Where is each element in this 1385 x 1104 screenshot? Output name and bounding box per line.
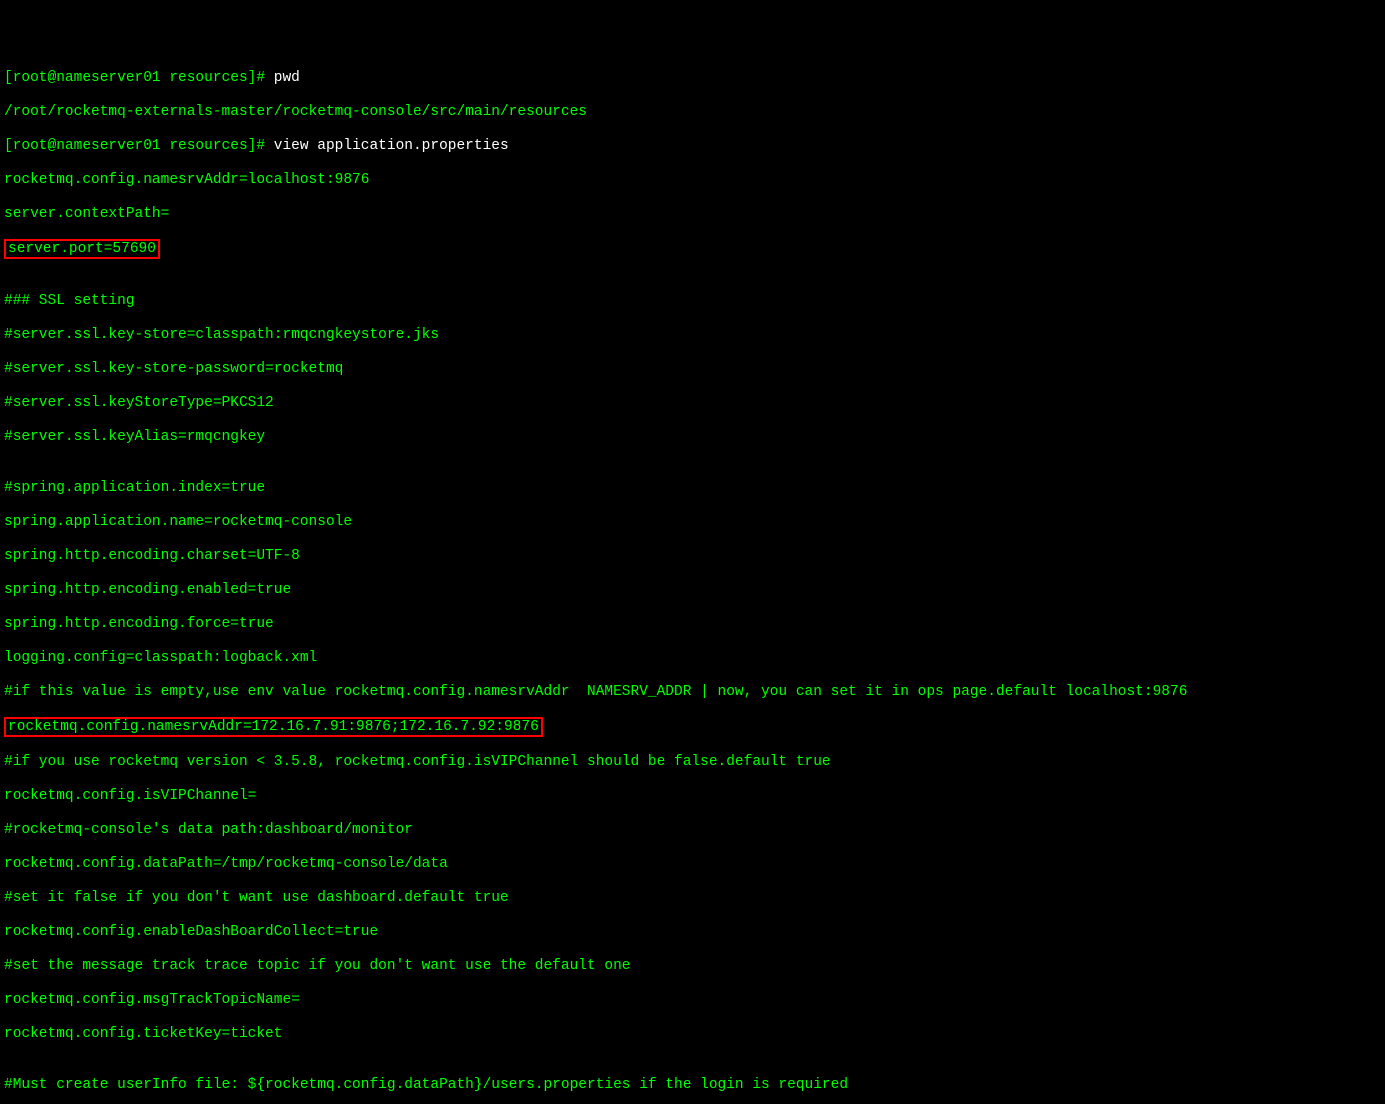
terminal-output: #server.ssl.keyAlias=rmqcngkey bbox=[4, 429, 1381, 446]
terminal-line: [root@nameserver01 resources]# pwd bbox=[4, 70, 1381, 87]
prompt: [root@nameserver01 resources]# bbox=[4, 70, 274, 86]
terminal-output: spring.application.name=rocketmq-console bbox=[4, 514, 1381, 531]
terminal-output: #server.ssl.keyStoreType=PKCS12 bbox=[4, 395, 1381, 412]
terminal-output: #rocketmq-console's data path:dashboard/… bbox=[4, 822, 1381, 839]
terminal-output: rocketmq.config.msgTrackTopicName= bbox=[4, 992, 1381, 1009]
terminal-output: rocketmq.config.dataPath=/tmp/rocketmq-c… bbox=[4, 856, 1381, 873]
highlighted-line-1: server.port=57690 bbox=[4, 240, 1381, 259]
terminal-output: spring.http.encoding.charset=UTF-8 bbox=[4, 548, 1381, 565]
terminal-output: ### SSL setting bbox=[4, 293, 1381, 310]
namesrv-addr-config: rocketmq.config.namesrvAddr=172.16.7.91:… bbox=[8, 719, 539, 735]
terminal-output: #set the message track trace topic if yo… bbox=[4, 958, 1381, 975]
command: pwd bbox=[274, 70, 300, 86]
terminal-output: server.contextPath= bbox=[4, 206, 1381, 223]
terminal-output: #spring.application.index=true bbox=[4, 480, 1381, 497]
terminal-output: #server.ssl.key-store-password=rocketmq bbox=[4, 361, 1381, 378]
terminal-output: spring.http.encoding.enabled=true bbox=[4, 582, 1381, 599]
terminal-output: #set it false if you don't want use dash… bbox=[4, 890, 1381, 907]
server-port-config: server.port=57690 bbox=[8, 241, 156, 257]
terminal-output: #if you use rocketmq version < 3.5.8, ro… bbox=[4, 754, 1381, 771]
terminal-output: rocketmq.config.namesrvAddr=localhost:98… bbox=[4, 172, 1381, 189]
terminal-output: /root/rocketmq-externals-master/rocketmq… bbox=[4, 104, 1381, 121]
terminal-output: #server.ssl.key-store=classpath:rmqcngke… bbox=[4, 327, 1381, 344]
terminal-output: #if this value is empty,use env value ro… bbox=[4, 684, 1381, 701]
terminal-line: [root@nameserver01 resources]# view appl… bbox=[4, 138, 1381, 155]
terminal-output: rocketmq.config.enableDashBoardCollect=t… bbox=[4, 924, 1381, 941]
terminal-output: logging.config=classpath:logback.xml bbox=[4, 650, 1381, 667]
highlighted-line-2: rocketmq.config.namesrvAddr=172.16.7.91:… bbox=[4, 718, 1381, 737]
terminal-output: rocketmq.config.isVIPChannel= bbox=[4, 788, 1381, 805]
terminal-output: #Must create userInfo file: ${rocketmq.c… bbox=[4, 1077, 1381, 1094]
terminal-output: spring.http.encoding.force=true bbox=[4, 616, 1381, 633]
command: view application.properties bbox=[274, 138, 509, 154]
terminal-output: rocketmq.config.ticketKey=ticket bbox=[4, 1026, 1381, 1043]
prompt: [root@nameserver01 resources]# bbox=[4, 138, 274, 154]
